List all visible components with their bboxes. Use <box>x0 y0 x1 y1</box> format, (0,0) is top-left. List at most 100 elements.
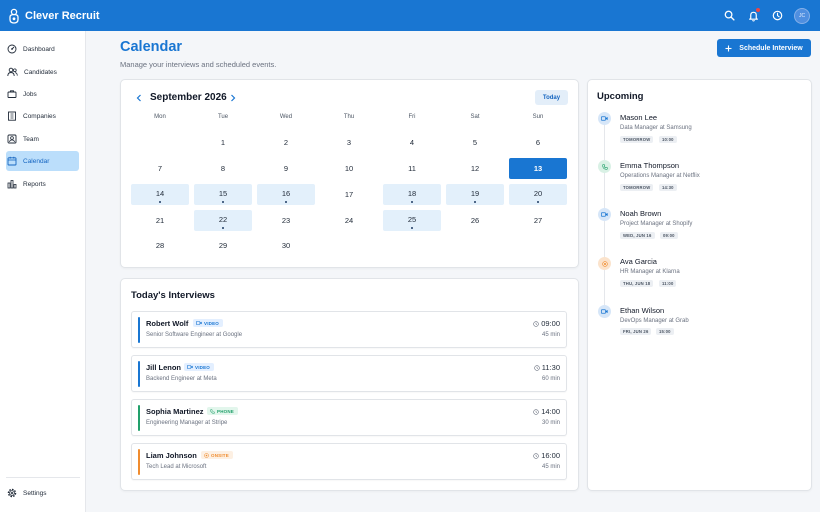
calendar-day[interactable]: 18 <box>383 184 441 205</box>
calendar-day[interactable]: 4 <box>383 132 441 153</box>
calendar-day[interactable]: 25 <box>383 210 441 231</box>
calendar-day-number: 29 <box>218 241 228 250</box>
upcoming-time-chip: 10:00 <box>659 136 677 143</box>
interview-duration: 45 min <box>541 332 560 338</box>
schedule-interview-button[interactable]: Schedule Interview <box>717 39 811 57</box>
sidebar-item-calendar[interactable]: Calendar <box>6 151 79 171</box>
upcoming-role: HR Manager at Klarna <box>620 269 680 275</box>
calendar-day[interactable]: 1 <box>194 132 252 153</box>
interview-type-bar <box>138 449 140 475</box>
sidebar-item-jobs[interactable]: Jobs <box>6 84 79 104</box>
interview-type-bar <box>138 405 140 431</box>
calendar-day[interactable]: 2 <box>257 132 315 153</box>
calendar-day[interactable]: 7 <box>131 158 189 179</box>
plus-icon <box>725 45 732 51</box>
interview-role: Backend Engineer at Meta <box>146 376 217 382</box>
calendar-day[interactable]: 11 <box>383 158 441 179</box>
briefcase-icon <box>7 90 17 98</box>
upcoming-day-chip: TOMORROW <box>620 184 654 191</box>
sidebar-item-dashboard[interactable]: Dashboard <box>6 39 79 59</box>
calendar-day[interactable]: 14 <box>131 184 189 205</box>
notification-dot <box>756 7 760 12</box>
sidebar-item-label: Companies <box>23 112 56 120</box>
weekday-label: Tue <box>217 114 229 120</box>
calendar-icon <box>7 156 17 166</box>
calendar-day[interactable]: 8 <box>194 158 252 179</box>
video-indicator <box>598 208 611 221</box>
interview-role: Tech Lead at Microsoft <box>146 464 207 470</box>
people-icon <box>7 67 18 77</box>
upcoming-name[interactable]: Emma Thompson <box>620 161 679 170</box>
calendar-day[interactable]: 21 <box>131 210 189 231</box>
calendar-day[interactable]: 28 <box>131 235 189 256</box>
calendar-day-number: 22 <box>218 214 228 224</box>
sidebar-item-team[interactable]: Team <box>6 129 79 149</box>
sidebar-item-reports[interactable]: Reports <box>6 174 79 194</box>
calendar-day[interactable]: 5 <box>446 132 504 153</box>
calendar-day[interactable]: 27 <box>509 210 567 231</box>
bar-chart-icon <box>7 180 17 189</box>
calendar-day-number: 28 <box>155 241 165 250</box>
sidebar-item-companies[interactable]: Companies <box>6 106 79 126</box>
notifications-button[interactable] <box>741 4 765 28</box>
calendar-day[interactable]: 16 <box>257 184 315 205</box>
calendar-day[interactable]: 30 <box>257 235 315 256</box>
interview-name: Jill Lenon <box>146 363 182 372</box>
interview-name: Sophia Martinez <box>146 407 204 416</box>
upcoming-name[interactable]: Noah Brown <box>620 209 661 218</box>
sidebar-item-label: Dashboard <box>23 45 55 53</box>
interview-item[interactable]: Jill Lenon VIDEO Backend Engineer at Met… <box>131 355 567 392</box>
interview-item[interactable]: Liam Johnson ONSITE Tech Lead at Microso… <box>131 443 567 480</box>
sidebar-item-settings[interactable]: Settings <box>6 483 79 503</box>
calendar-day[interactable]: 3 <box>320 132 378 153</box>
search-button[interactable] <box>717 4 741 28</box>
calendar-day-number: 4 <box>409 138 415 147</box>
interview-name: Liam Johnson <box>146 451 197 460</box>
video-icon <box>601 116 608 121</box>
onsite-badge: ONSITE <box>201 451 233 459</box>
clock-icon <box>772 10 782 21</box>
calendar-day[interactable]: 24 <box>320 210 378 231</box>
calendar-day[interactable]: 19 <box>446 184 504 205</box>
upcoming-time-chip: 11:00 <box>659 280 677 287</box>
upcoming-role: Operations Manager at Netflix <box>620 173 700 179</box>
calendar-day[interactable]: 9 <box>257 158 315 179</box>
interview-item[interactable]: Robert Wolf VIDEO Senior Software Engine… <box>131 311 567 348</box>
calendar-day[interactable]: 23 <box>257 210 315 231</box>
todays-interviews-title: Today's Interviews <box>131 290 215 301</box>
calendar-day-number: 27 <box>533 216 543 225</box>
app-name: Clever Recruit <box>25 9 100 22</box>
calendar-day[interactable]: 26 <box>446 210 504 231</box>
calendar-day[interactable]: 6 <box>509 132 567 153</box>
calendar-day[interactable]: 13 <box>509 158 567 179</box>
user-avatar[interactable]: JC <box>794 7 810 24</box>
calendar-day[interactable]: 15 <box>194 184 252 205</box>
history-button[interactable] <box>765 4 789 28</box>
today-button[interactable]: Today <box>535 90 568 105</box>
interview-time: 14:00 <box>533 407 560 416</box>
upcoming-title: Upcoming <box>597 91 644 102</box>
calendar-day-number: 3 <box>346 138 352 147</box>
interview-item[interactable]: Sophia Martinez PHONE Engineering Manage… <box>131 399 567 436</box>
sidebar-item-label: Candidates <box>24 68 57 76</box>
prev-month-button[interactable] <box>134 93 144 103</box>
calendar-day[interactable]: 10 <box>320 158 378 179</box>
calendar-day[interactable]: 20 <box>509 184 567 205</box>
calendar-day-number: 18 <box>407 188 417 198</box>
interview-role: Senior Software Engineer at Google <box>146 332 243 338</box>
event-dot <box>159 201 161 203</box>
chevron-right-icon <box>231 94 236 102</box>
calendar-day[interactable]: 22 <box>194 210 252 231</box>
calendar-day-number: 25 <box>407 214 417 224</box>
upcoming-name[interactable]: Mason Lee <box>620 113 657 122</box>
next-month-button[interactable] <box>228 93 238 103</box>
sidebar-item-candidates[interactable]: Candidates <box>6 62 79 82</box>
calendar-day[interactable]: 29 <box>194 235 252 256</box>
calendar-day[interactable]: 17 <box>320 184 378 205</box>
brand[interactable]: Clever Recruit <box>8 8 100 24</box>
upcoming-name[interactable]: Ethan Wilson <box>620 306 664 315</box>
calendar-day[interactable]: 12 <box>446 158 504 179</box>
calendar-day-number: 8 <box>220 164 226 173</box>
sidebar-item-label: Reports <box>23 180 46 188</box>
upcoming-name[interactable]: Ava Garcia <box>620 257 657 266</box>
